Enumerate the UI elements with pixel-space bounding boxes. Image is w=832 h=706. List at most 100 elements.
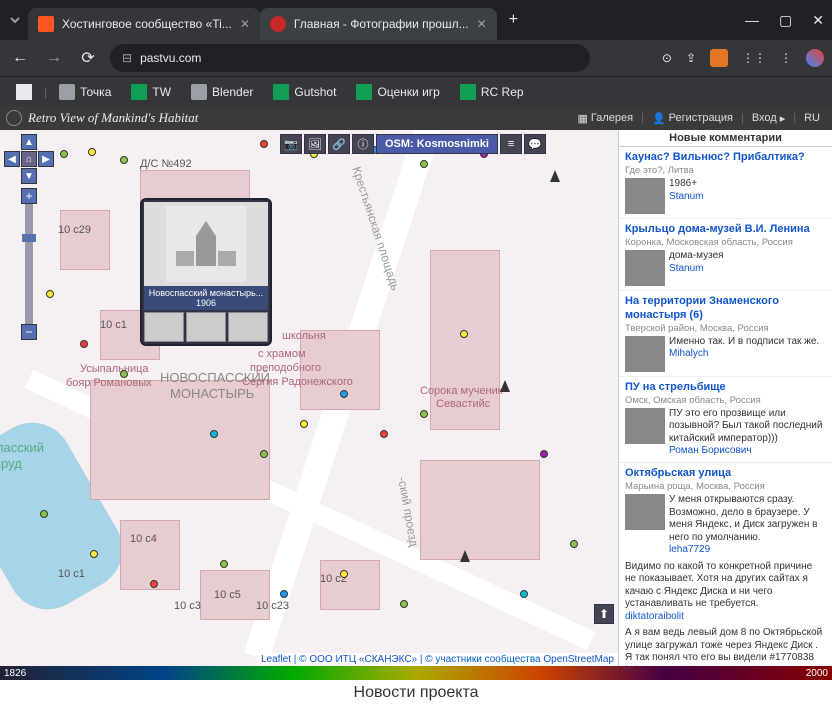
login-link[interactable]: Вход ▸ (746, 110, 791, 127)
map-label: Севастийс (436, 398, 490, 410)
zoom-slider-handle[interactable] (22, 234, 36, 242)
comment-location: Тверской район, Москва, Россия (625, 323, 826, 334)
pan-up-button[interactable]: ▲ (21, 134, 37, 150)
register-link[interactable]: 👤 Регистрация (646, 110, 739, 127)
map-popup[interactable]: Новоспасский монастырь... 1906 (140, 198, 272, 346)
comment-thumbnail[interactable] (625, 408, 665, 444)
scroll-top-button[interactable]: ⬆ (594, 604, 614, 624)
language-switch[interactable]: RU (798, 110, 826, 126)
zoom-slider-track[interactable] (25, 204, 33, 324)
tab-title: Хостинговое сообщество «Ti... (62, 17, 232, 31)
comment-thumbnail[interactable] (625, 494, 665, 530)
forward-button[interactable]: → (42, 49, 66, 67)
layer-selector[interactable]: OSM: Kosmosnimki (376, 134, 498, 154)
comment-thumbnail[interactable] (625, 178, 665, 214)
map-label: спасский (0, 440, 44, 455)
timeline-end: 2000 (806, 668, 828, 679)
back-button[interactable]: ← (8, 49, 32, 67)
popup-caption: Новоспасский монастырь... 1906 (144, 286, 268, 310)
extension-metamask-icon[interactable] (710, 49, 728, 67)
menu-icon[interactable]: ⋮ (780, 51, 792, 65)
bookmark-folder[interactable]: Blender (183, 81, 261, 103)
popup-thumbnail[interactable] (144, 312, 184, 342)
map-label: Д/С №492 (140, 158, 192, 170)
tab-title: Главная - Фотографии прошл... (294, 17, 469, 31)
comment-item: На территории Знаменского монастыря (6) … (619, 291, 832, 376)
reload-button[interactable]: ⟳ (76, 48, 100, 68)
maximize-button[interactable]: ▢ (779, 12, 792, 29)
folder-icon (191, 84, 207, 100)
layers-button[interactable]: ≡ (500, 134, 522, 154)
bookmark-folder[interactable]: Точка (51, 81, 119, 103)
popup-thumbnail[interactable] (228, 312, 268, 342)
comment-user-link[interactable]: Роман Борисович (669, 445, 752, 456)
url-input[interactable]: ⊟ pastvu.com (110, 44, 590, 72)
art-button[interactable]: 🖼 (304, 134, 326, 154)
chat-button[interactable]: 💬 (524, 134, 546, 154)
link-button[interactable]: 🔗 (328, 134, 350, 154)
bookmark-item[interactable]: TW (123, 81, 179, 103)
map-label: 10 с5 (214, 589, 241, 601)
pan-right-button[interactable]: ▶ (38, 151, 54, 167)
chevron-down-icon[interactable] (8, 13, 22, 27)
sheets-icon (273, 84, 289, 100)
popup-thumbnail[interactable] (186, 312, 226, 342)
camera-button[interactable]: 📷 (280, 134, 302, 154)
site-settings-icon[interactable]: ⊟ (122, 51, 132, 65)
comment-location: Коронка, Московская область, Россия (625, 237, 826, 248)
comment-location: Где это?, Литва (625, 165, 826, 176)
timeline-slider[interactable]: 1826 2000 (0, 666, 832, 680)
comment-user-link[interactable]: leha7729 (669, 544, 710, 555)
url-text: pastvu.com (140, 51, 201, 65)
bookmark-item[interactable]: Оценки игр (348, 81, 447, 103)
comment-user-link[interactable]: Mihalych (669, 348, 708, 359)
apps-button[interactable] (8, 81, 40, 103)
comment-user-link[interactable]: Stanum (669, 263, 703, 274)
map-container[interactable]: Д/С №492 Храм Святител Усыпальница бояр … (0, 130, 618, 666)
bookmark-item[interactable]: RC Rep (452, 81, 532, 103)
close-icon[interactable]: ✕ (477, 17, 487, 31)
search-icon[interactable]: ⊙ (662, 51, 672, 65)
share-icon[interactable]: ⇪ (686, 51, 696, 65)
logo-icon[interactable] (6, 110, 22, 126)
main-content: Д/С №492 Храм Святител Усыпальница бояр … (0, 130, 832, 666)
pan-home-button[interactable]: ⌂ (21, 151, 37, 167)
scanex-link[interactable]: ООО ИТЦ «СКАНЭКС» (309, 654, 417, 665)
browser-tab-active[interactable]: Главная - Фотографии прошл... ✕ (260, 8, 497, 40)
gallery-link[interactable]: ▦ Галерея (572, 110, 640, 127)
new-tab-button[interactable]: + (509, 11, 518, 29)
folder-icon (59, 84, 75, 100)
close-button[interactable]: ✕ (812, 12, 824, 29)
comment-title-link[interactable]: Каунас? Вильнюс? Прибалтика? (625, 151, 826, 164)
map-tiles[interactable]: Д/С №492 Храм Святител Усыпальница бояр … (0, 130, 618, 666)
comment-title-link[interactable]: На территории Знаменского монастыря (6) (625, 295, 826, 321)
comment-user-link[interactable]: Stanum (669, 191, 703, 202)
leaflet-link[interactable]: Leaflet (261, 654, 291, 665)
map-label: Усыпальница (80, 363, 149, 375)
pan-down-button[interactable]: ▼ (21, 168, 37, 184)
comment-thumbnail[interactable] (625, 250, 665, 286)
zoom-in-button[interactable]: + (21, 188, 37, 204)
popup-main-image[interactable] (144, 202, 268, 286)
osm-link[interactable]: OpenStreetMap (543, 654, 614, 665)
browser-tab[interactable]: Хостинговое сообщество «Ti... ✕ (28, 8, 260, 40)
close-icon[interactable]: ✕ (240, 17, 250, 31)
map-label: -ский проезд (395, 476, 421, 548)
pan-left-button[interactable]: ◀ (4, 151, 20, 167)
info-button[interactable]: ⓘ (352, 134, 374, 154)
zoom-out-button[interactable]: − (21, 324, 37, 340)
comment-item: Каунас? Вильнюс? Прибалтика? Где это?, Л… (619, 147, 832, 219)
extensions-icon[interactable]: ⋮⋮ (742, 51, 766, 65)
comment-title-link[interactable]: Октябрьская улица (625, 467, 826, 480)
grid-icon (16, 84, 32, 100)
comment-thumbnail[interactable] (625, 336, 665, 372)
minimize-button[interactable]: — (745, 12, 759, 29)
map-label: 10 c3 (174, 600, 201, 612)
profile-avatar-icon[interactable] (806, 49, 824, 67)
comment-user-link[interactable]: diktatoraibolit (625, 611, 684, 622)
comment-text: ПУ это его прозвище или позывной? Был та… (669, 408, 826, 458)
comment-title-link[interactable]: ПУ на стрельбище (625, 381, 826, 394)
comment-title-link[interactable]: Крыльцо дома-музей В.И. Ленина (625, 223, 826, 236)
bookmark-item[interactable]: Gutshot (265, 81, 344, 103)
comment-text: Именно так. И в подписи так же.Mihalych (669, 336, 826, 372)
